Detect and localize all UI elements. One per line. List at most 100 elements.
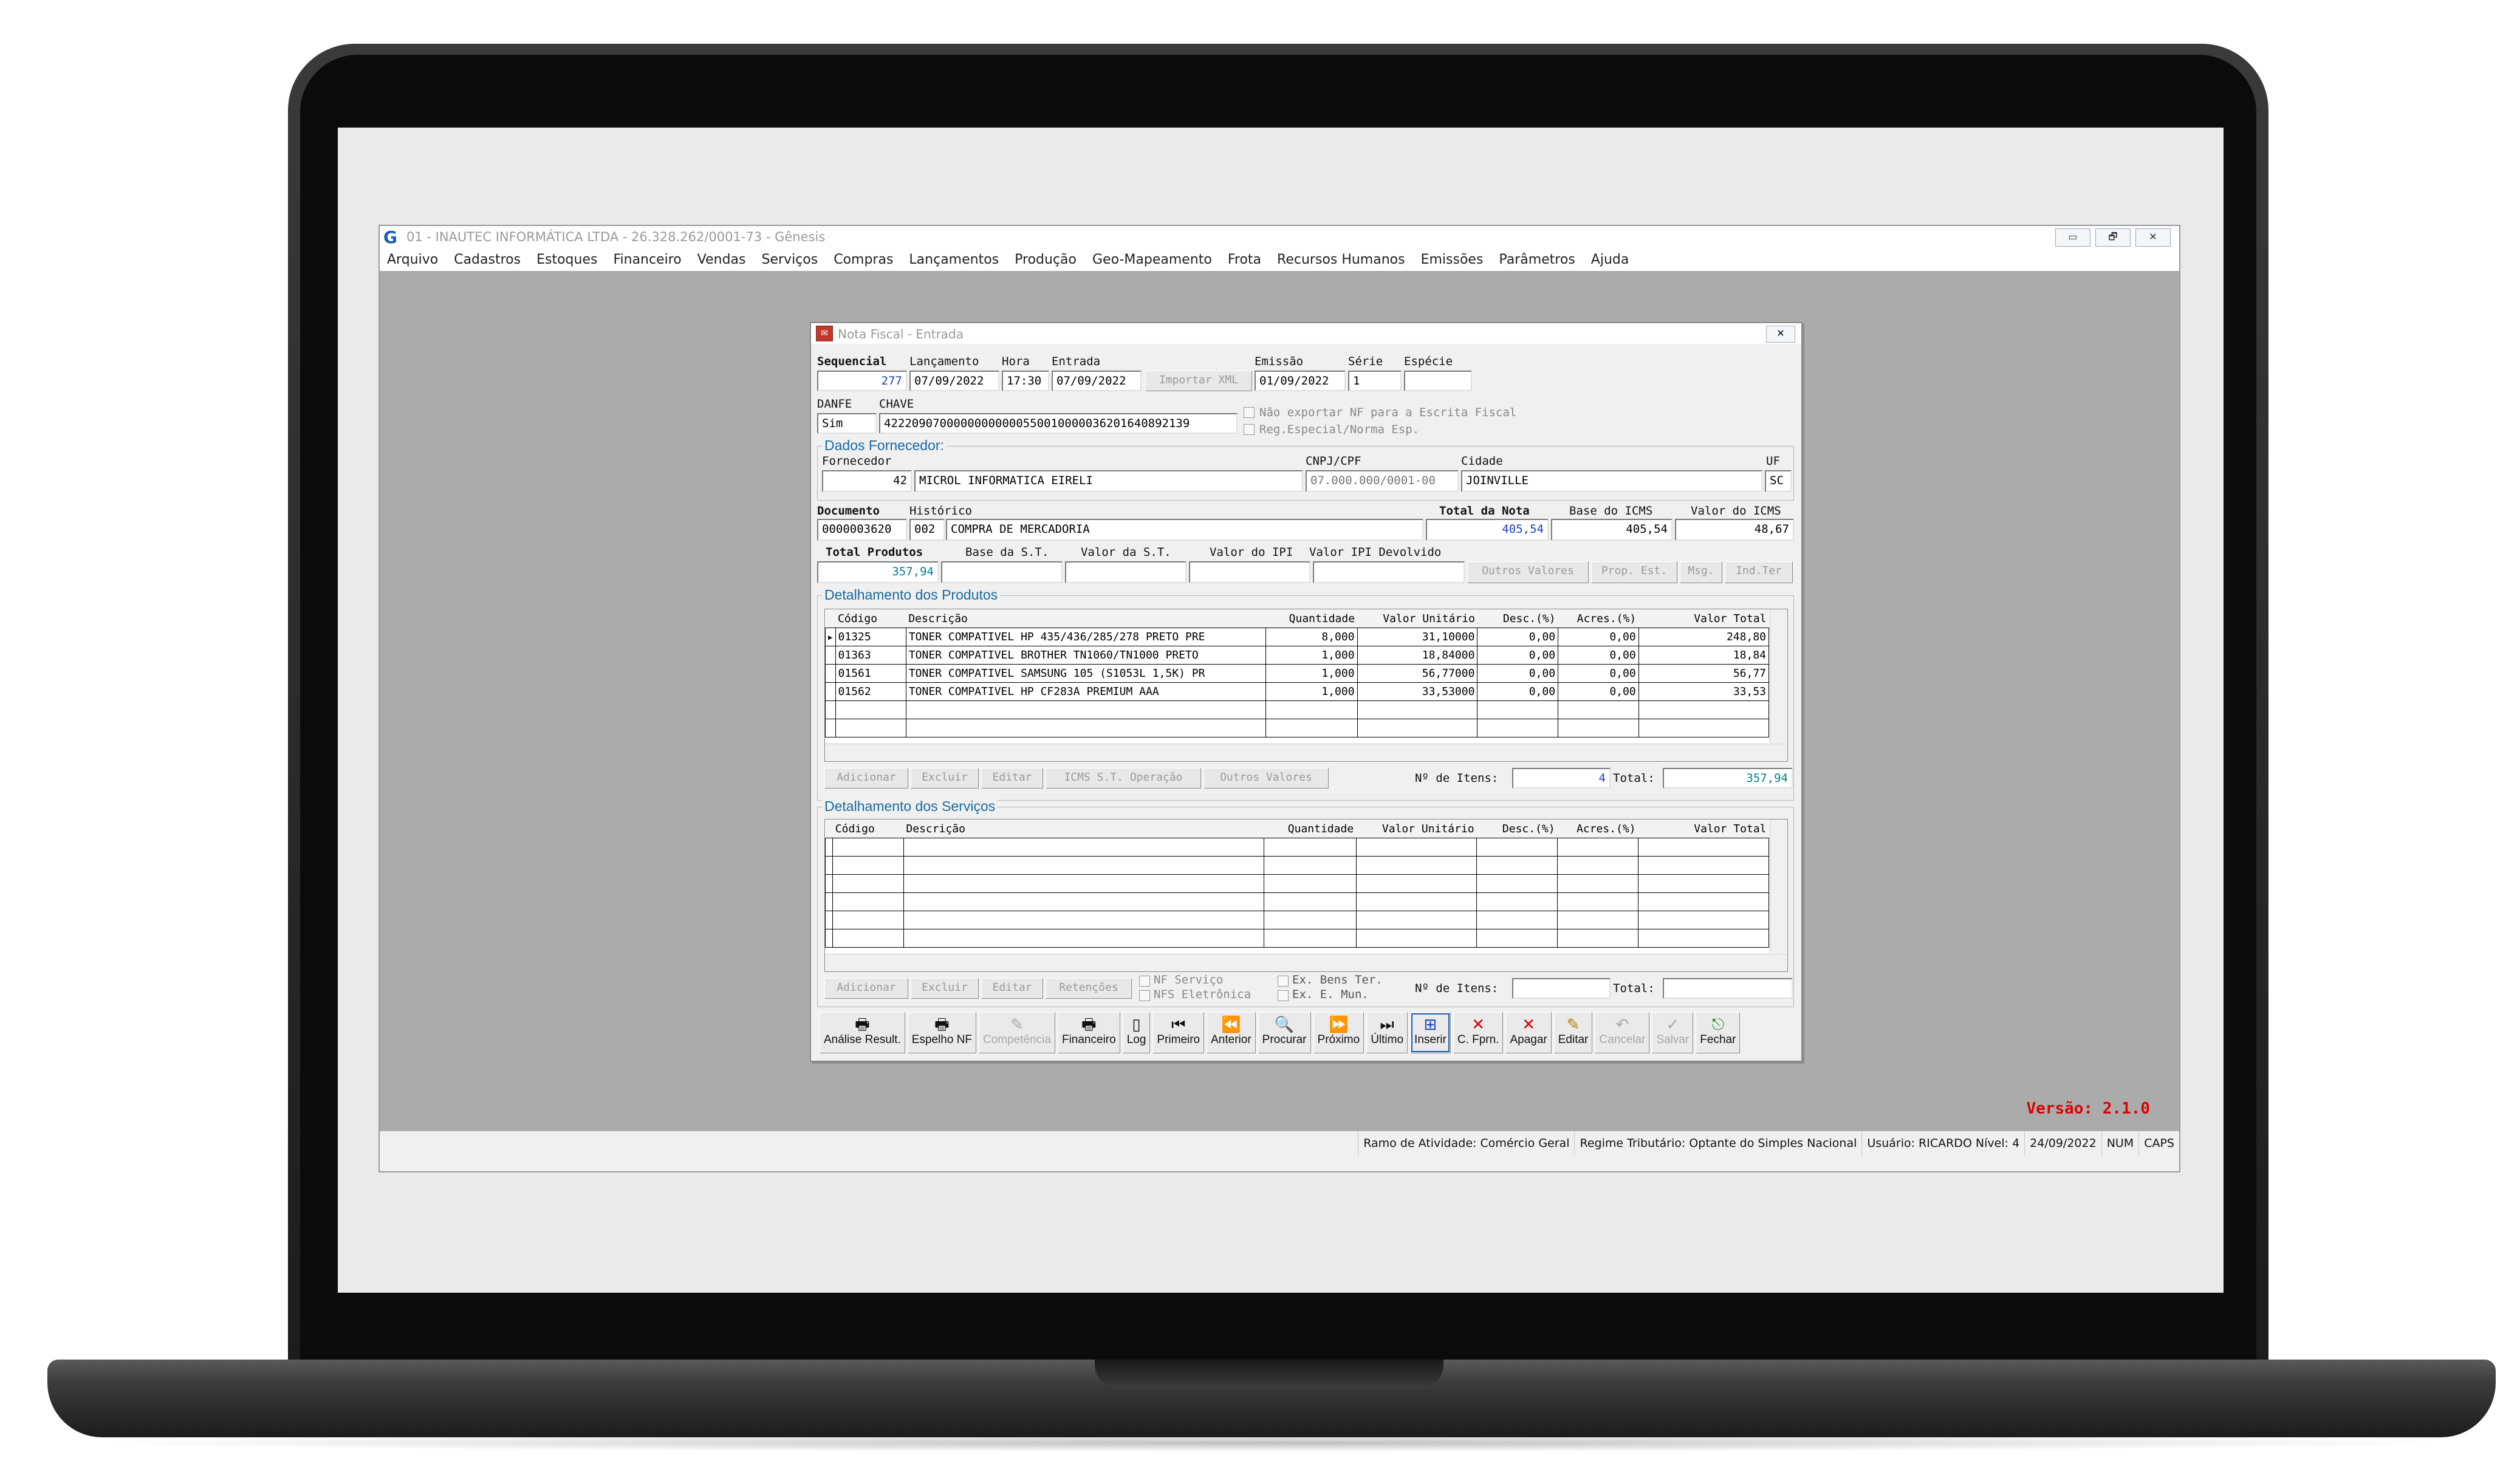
table-row[interactable] [825, 892, 1769, 911]
menu-compras[interactable]: Compras [834, 249, 893, 271]
c-fprn-button[interactable]: ✕ C. Fprn. [1453, 1012, 1504, 1053]
importar-xml-button[interactable]: Importar XML [1145, 371, 1252, 391]
nfs-eletronica-checkbox[interactable] [1139, 990, 1150, 1001]
total-produtos-field[interactable]: 357,94 [817, 561, 939, 583]
table-row[interactable]: 01562 TONER COMPATIVEL HP CF283A PREMIUM… [825, 682, 1770, 701]
col-desc[interactable]: Desc.(%) [1477, 609, 1558, 628]
espelho-nf-button[interactable]: 🖶 Espelho NF [907, 1012, 977, 1053]
col-quantidade[interactable]: Quantidade [1264, 819, 1357, 838]
menu-emissoes[interactable]: Emissões [1421, 249, 1484, 271]
msg-button[interactable]: Msg. [1680, 561, 1722, 583]
minimize-button[interactable]: ▭ [2055, 228, 2090, 247]
base-st-field[interactable] [941, 561, 1063, 583]
icms-st-operacao-button[interactable]: ICMS S.T. Operação [1046, 768, 1201, 789]
col-acres[interactable]: Acres.(%) [1557, 819, 1638, 838]
col-descricao[interactable]: Descrição [906, 609, 1266, 628]
table-row[interactable] [825, 700, 1770, 719]
procurar-button[interactable]: 🔍 Procurar [1258, 1012, 1311, 1053]
ind-ter-button[interactable]: Ind.Ter [1725, 561, 1793, 583]
nao-exportar-checkbox[interactable] [1244, 407, 1255, 418]
historico-field[interactable]: COMPRA DE MERCADORIA [946, 519, 1423, 541]
produtos-vertical-scrollbar[interactable] [1770, 609, 1787, 743]
dialog-close-button[interactable]: ✕ [1766, 326, 1795, 343]
menu-estoques[interactable]: Estoques [536, 249, 597, 271]
col-quantidade[interactable]: Quantidade [1265, 609, 1358, 628]
col-acres[interactable]: Acres.(%) [1558, 609, 1639, 628]
especie-field[interactable] [1404, 371, 1472, 391]
valor-ipi-field[interactable] [1189, 561, 1310, 583]
col-valor-total[interactable]: Valor Total [1638, 609, 1769, 628]
table-row[interactable] [825, 719, 1770, 737]
produtos-editar-button[interactable]: Editar [981, 768, 1043, 789]
produtos-adicionar-button[interactable]: Adicionar [824, 768, 908, 789]
col-codigo[interactable]: Código [832, 819, 904, 838]
produtos-grid[interactable]: Código Descrição Quantidade Valor Unitár… [824, 609, 1788, 762]
produtos-horizontal-scrollbar[interactable] [825, 744, 1787, 761]
menu-financeiro[interactable]: Financeiro [613, 249, 681, 271]
produtos-excluir-button[interactable]: Excluir [911, 768, 979, 789]
apagar-button[interactable]: ✕ Apagar [1505, 1012, 1552, 1053]
table-row[interactable] [825, 929, 1769, 948]
entrada-field[interactable]: 07/09/2022 [1052, 371, 1142, 391]
financeiro-button[interactable]: 🖶 Financeiro [1057, 1012, 1120, 1053]
table-row[interactable]: ▶ 01325 TONER COMPATIVEL HP 435/436/285/… [825, 628, 1770, 646]
primeiro-button[interactable]: ⏮ Primeiro [1152, 1012, 1205, 1053]
sequencial-field[interactable]: 277 [817, 371, 907, 391]
valor-ipi-devolvido-field[interactable] [1313, 561, 1465, 583]
ex-e-mun-checkbox[interactable] [1278, 990, 1289, 1001]
table-row[interactable] [825, 911, 1769, 929]
anterior-button[interactable]: ⏪ Anterior [1207, 1012, 1256, 1053]
menu-lancamentos[interactable]: Lançamentos [909, 249, 999, 271]
documento-field[interactable]: 0000003620 [817, 519, 907, 541]
menu-recursos-humanos[interactable]: Recursos Humanos [1277, 249, 1405, 271]
base-icms-field[interactable]: 405,54 [1551, 519, 1673, 541]
prop-est-button[interactable]: Prop. Est. [1591, 561, 1677, 583]
menu-ajuda[interactable]: Ajuda [1591, 249, 1629, 271]
close-button[interactable]: ✕ [2135, 228, 2171, 247]
table-row[interactable]: 01561 TONER COMPATIVEL SAMSUNG 105 (S105… [825, 664, 1770, 683]
emissao-field[interactable]: 01/09/2022 [1255, 371, 1346, 391]
hora-field[interactable]: 17:30 [1002, 371, 1049, 391]
cnpj-field[interactable]: 07.000.000/0001-00 [1306, 470, 1459, 492]
table-row[interactable] [825, 856, 1769, 875]
col-descricao[interactable]: Descrição [903, 819, 1264, 838]
analise-result-button[interactable]: 🖶 Análise Result. [820, 1012, 905, 1053]
inserir-button[interactable]: ⊞ Inserir [1410, 1012, 1451, 1053]
menu-servicos[interactable]: Serviços [762, 249, 818, 271]
cidade-field[interactable]: JOINVILLE [1461, 470, 1762, 492]
valor-st-field[interactable] [1065, 561, 1186, 583]
total-nota-field[interactable]: 405,54 [1426, 519, 1549, 541]
table-row[interactable]: 01363 TONER COMPATIVEL BROTHER TN1060/TN… [825, 646, 1770, 665]
fornecedor-codigo-field[interactable]: 42 [822, 470, 912, 492]
restore-button[interactable]: 🗗 [2095, 228, 2131, 247]
servicos-vertical-scrollbar[interactable] [1770, 819, 1787, 953]
reg-especial-checkbox[interactable] [1244, 424, 1255, 435]
retencoes-button[interactable]: Retenções [1046, 978, 1132, 999]
menu-geo-mapeamento[interactable]: Geo-Mapeamento [1092, 249, 1212, 271]
col-valor-unitario[interactable]: Valor Unitário [1356, 819, 1477, 838]
table-row[interactable] [825, 874, 1769, 893]
historico-codigo-field[interactable]: 002 [909, 519, 945, 541]
table-row[interactable] [825, 838, 1769, 857]
salvar-button[interactable]: ✓ Salvar [1652, 1012, 1694, 1053]
col-desc[interactable]: Desc.(%) [1476, 819, 1558, 838]
menu-vendas[interactable]: Vendas [697, 249, 746, 271]
valor-icms-field[interactable]: 48,67 [1675, 519, 1794, 541]
ex-bens-ter-checkbox[interactable] [1278, 976, 1289, 987]
produtos-outros-valores-button[interactable]: Outros Valores [1204, 768, 1329, 789]
menu-parametros[interactable]: Parâmetros [1499, 249, 1575, 271]
outros-valores-button[interactable]: Outros Valores [1467, 561, 1589, 583]
menu-frota[interactable]: Frota [1228, 249, 1261, 271]
servicos-editar-button[interactable]: Editar [981, 978, 1043, 999]
log-button[interactable]: ▯ Log [1122, 1012, 1151, 1053]
menu-cadastros[interactable]: Cadastros [454, 249, 521, 271]
menu-arquivo[interactable]: Arquivo [387, 249, 438, 271]
nf-servico-checkbox[interactable] [1139, 976, 1150, 987]
menu-producao[interactable]: Produção [1015, 249, 1077, 271]
fechar-button[interactable]: ⎋ Fechar [1696, 1012, 1741, 1053]
servicos-adicionar-button[interactable]: Adicionar [824, 978, 908, 999]
competencia-button[interactable]: ✎ Competência [979, 1012, 1055, 1053]
serie-field[interactable]: 1 [1348, 371, 1402, 391]
fornecedor-nome-field[interactable]: MICROL INFORMATICA EIRELI [914, 470, 1303, 492]
col-codigo[interactable]: Código [835, 609, 906, 628]
